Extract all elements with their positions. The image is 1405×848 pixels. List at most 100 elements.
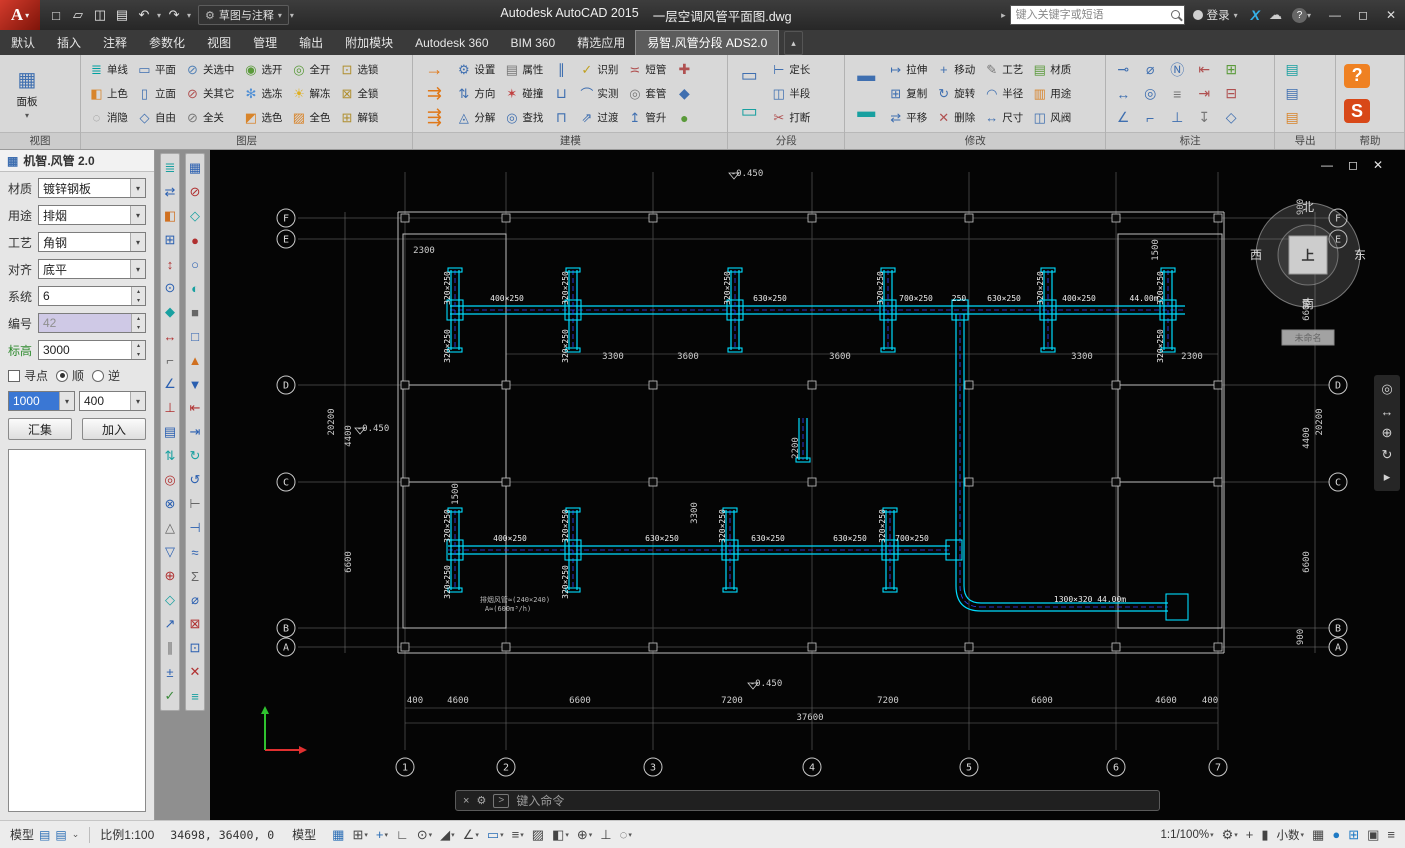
system-spinner[interactable]: 6▴▾ bbox=[38, 286, 146, 306]
usage-select[interactable]: 排烟▾ bbox=[38, 205, 146, 225]
ribbon-button[interactable]: ⌒实测 bbox=[576, 82, 621, 105]
ribbon-button[interactable]: ✓识别 bbox=[576, 58, 621, 81]
ribbon-button[interactable]: ▤属性 bbox=[501, 58, 546, 81]
close-icon[interactable]: × bbox=[463, 795, 469, 807]
ribbon-button[interactable]: ⊢定长 bbox=[768, 58, 813, 81]
layout-icon[interactable]: ▤ bbox=[39, 828, 50, 842]
tool-icon[interactable]: Σ bbox=[186, 564, 204, 588]
order-radio-reverse[interactable]: 逆 bbox=[92, 367, 120, 384]
tool-icon[interactable]: ⊡ bbox=[186, 636, 204, 660]
tool-icon[interactable]: ⌀ bbox=[186, 588, 204, 612]
ribbon-button[interactable]: ◆ bbox=[672, 82, 696, 105]
tool-icon[interactable]: ⌐ bbox=[161, 348, 179, 372]
minimize-button[interactable]: — bbox=[1321, 0, 1349, 30]
panel-label[interactable]: 标注 bbox=[1106, 132, 1274, 149]
ribbon-tab[interactable]: 精选应用 bbox=[566, 31, 636, 55]
collect-button[interactable]: 汇集 bbox=[8, 418, 72, 440]
isolate-objects-toggle[interactable]: ▣ bbox=[1364, 825, 1382, 845]
ribbon-button[interactable]: ⊸ bbox=[1111, 58, 1135, 81]
search-expand-arrow[interactable]: ▸ bbox=[1001, 10, 1006, 21]
ribbon-button[interactable]: ⊠全锁 bbox=[336, 82, 381, 105]
export-list-button[interactable]: ▤ bbox=[1280, 58, 1304, 81]
save-button[interactable]: ◫ bbox=[90, 5, 110, 25]
isometric-drafting-toggle[interactable]: ◢▾ bbox=[437, 825, 458, 845]
ribbon-button[interactable]: +移动 bbox=[933, 58, 978, 81]
ribbon-tab[interactable]: 输出 bbox=[288, 31, 334, 55]
duct-height-select[interactable]: 400 ▾ bbox=[79, 391, 146, 411]
seek-point-checkbox[interactable]: 寻点 bbox=[8, 367, 48, 384]
ribbon-button[interactable]: ◎套管 bbox=[624, 82, 669, 105]
showmotion-icon[interactable]: ▸ bbox=[1376, 466, 1398, 488]
ribbon-button[interactable]: ⊘关选中 bbox=[182, 58, 238, 81]
tool-icon[interactable]: ↻ bbox=[186, 444, 204, 468]
ribbon-button[interactable]: ◇自由 bbox=[134, 106, 179, 129]
export-table-button[interactable]: ▤ bbox=[1280, 82, 1304, 105]
ribbon-button[interactable]: ● bbox=[672, 106, 696, 129]
layout-icon[interactable]: ▤ bbox=[55, 828, 66, 842]
ribbon-button[interactable]: ↥管升 bbox=[624, 106, 669, 129]
tool-icon[interactable]: ⇤ bbox=[186, 396, 204, 420]
chevron-icon[interactable]: ⌄ bbox=[72, 829, 80, 840]
dynamic-input-toggle[interactable]: +▾ bbox=[373, 825, 391, 845]
tool-icon[interactable]: ⇄ bbox=[161, 180, 179, 204]
ribbon-button[interactable]: ✚ bbox=[672, 58, 696, 81]
ribbon-button[interactable]: ◫半段 bbox=[768, 82, 813, 105]
ribbon-display-toggle[interactable]: ▴ bbox=[784, 31, 803, 55]
spinner-arrows[interactable]: ▴▾ bbox=[131, 314, 145, 332]
tool-icon[interactable]: ⊢ bbox=[186, 492, 204, 516]
ribbon-button[interactable]: ↔尺寸 bbox=[981, 106, 1026, 129]
panel-label[interactable]: 分段 bbox=[728, 132, 844, 149]
help-button[interactable]: ? bbox=[1341, 64, 1373, 87]
ads-logo[interactable]: S bbox=[1341, 100, 1373, 123]
tool-icon[interactable]: ≈ bbox=[186, 540, 204, 564]
tool-icon[interactable]: ▽ bbox=[161, 540, 179, 564]
ribbon-button[interactable]: ∠ bbox=[1111, 106, 1135, 129]
dropdown-arrow[interactable]: ▾ bbox=[186, 11, 192, 20]
polar-tracking-toggle[interactable]: ⊙▾ bbox=[414, 825, 435, 845]
ribbon-button[interactable]: Ⓝ bbox=[1165, 58, 1189, 81]
ribbon-button[interactable]: ◧上色 bbox=[86, 82, 131, 105]
ribbon-button[interactable]: ⇤ bbox=[1192, 58, 1216, 81]
tool-icon[interactable]: ⊞ bbox=[161, 228, 179, 252]
command-line[interactable]: × ⚙ > 键入命令 bbox=[455, 790, 1160, 811]
ribbon-button[interactable]: ⊞复制 bbox=[885, 82, 930, 105]
tool-icon[interactable]: ▼ bbox=[186, 372, 204, 396]
ribbon-button[interactable]: ≣单线 bbox=[86, 58, 131, 81]
customization-menu[interactable]: ≡ bbox=[1384, 825, 1398, 845]
tool-icon[interactable]: ⊠ bbox=[186, 612, 204, 636]
panel-label[interactable]: 导出 bbox=[1275, 132, 1335, 149]
model-space-button[interactable]: 模型 bbox=[286, 826, 322, 843]
panel-label[interactable]: 视图 bbox=[0, 132, 80, 149]
panel-label[interactable]: 帮助 bbox=[1336, 132, 1404, 149]
ortho-toggle[interactable]: ∟ bbox=[393, 825, 412, 845]
tool-icon[interactable]: ⊕ bbox=[161, 564, 179, 588]
ribbon-button[interactable]: ✕删除 bbox=[933, 106, 978, 129]
tool-icon[interactable]: ⇅ bbox=[161, 444, 179, 468]
ribbon-tab[interactable]: 视图 bbox=[196, 31, 242, 55]
plot-button[interactable]: ▤ bbox=[112, 5, 132, 25]
ribbon-button[interactable]: ✻选冻 bbox=[240, 82, 285, 105]
order-radio-forward[interactable]: 顺 bbox=[56, 367, 84, 384]
ribbon-button[interactable]: ⊡选锁 bbox=[336, 58, 381, 81]
tool-icon[interactable]: △ bbox=[161, 516, 179, 540]
tool-icon[interactable]: ▲ bbox=[186, 348, 204, 372]
ribbon-button[interactable]: ⊞ bbox=[1219, 58, 1243, 81]
maximize-button[interactable]: ◻ bbox=[1349, 0, 1377, 30]
ribbon-button[interactable]: ≍短管 bbox=[624, 58, 669, 81]
segment-list[interactable] bbox=[8, 449, 146, 812]
quick-properties-toggle[interactable]: ▦ bbox=[1309, 825, 1327, 845]
ribbon-button[interactable]: ⊓ bbox=[549, 106, 573, 129]
ribbon-button[interactable]: ⊥ bbox=[1165, 106, 1189, 129]
wrench-icon[interactable]: ⚙ bbox=[476, 794, 486, 807]
ribbon-button[interactable]: ◩选色 bbox=[240, 106, 285, 129]
panel-visibility-button[interactable]: ▦面板▾ bbox=[5, 59, 49, 129]
elevation-spinner[interactable]: 3000▴▾ bbox=[38, 340, 146, 360]
ribbon-tab[interactable]: 参数化 bbox=[138, 31, 196, 55]
tool-icon[interactable]: ◇ bbox=[161, 588, 179, 612]
tool-icon[interactable]: ◧ bbox=[161, 204, 179, 228]
tool-icon[interactable]: ⇥ bbox=[186, 420, 204, 444]
number-spinner[interactable]: 42▴▾ bbox=[38, 313, 146, 333]
cloud-icon[interactable]: ☁ bbox=[1269, 7, 1282, 23]
viewport-scale-control[interactable]: 1:1/100%▾ bbox=[1157, 825, 1216, 845]
autoscale-toggle[interactable]: + bbox=[1243, 825, 1257, 845]
